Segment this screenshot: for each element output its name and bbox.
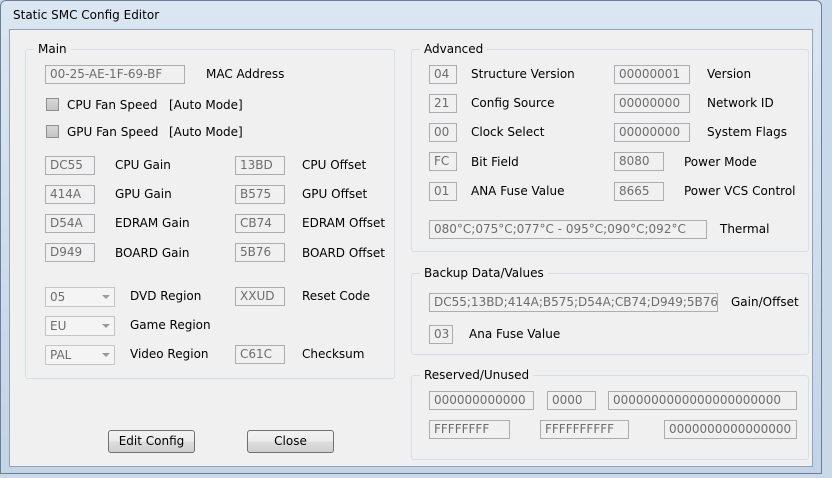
chevron-down-icon — [102, 295, 110, 299]
ana-fuse-value-label: ANA Fuse Value — [471, 184, 565, 198]
reserved-field-4[interactable]: FFFFFFFF — [429, 420, 510, 439]
backup-ana-fuse-label: Ana Fuse Value — [469, 327, 561, 341]
cpu-fan-checkbox[interactable] — [46, 98, 59, 111]
checksum-field[interactable]: C61C — [235, 345, 285, 364]
board-offset-label: BOARD Offset — [302, 246, 385, 260]
edram-gain-field[interactable]: D54A — [45, 214, 95, 233]
board-offset-field[interactable]: 5B76 — [235, 243, 285, 262]
main-group-title: Main — [34, 42, 71, 56]
power-vcs-field[interactable]: 8665 — [614, 182, 664, 201]
chevron-down-icon — [102, 324, 110, 328]
chevron-down-icon — [102, 353, 110, 357]
dvd-region-value: 05 — [50, 290, 66, 304]
gpu-offset-label: GPU Offset — [302, 187, 368, 201]
edit-config-button[interactable]: Edit Config — [108, 430, 195, 453]
network-id-label: Network ID — [707, 96, 774, 110]
bit-field-label: Bit Field — [471, 155, 519, 169]
reserved-field-2[interactable]: 0000 — [547, 391, 596, 410]
main-group: Main 00-25-AE-1F-69-BF MAC Address CPU F… — [25, 42, 395, 379]
gpu-fan-mode: [Auto Mode] — [169, 125, 243, 139]
game-region-label: Game Region — [130, 318, 211, 332]
backup-group-title: Backup Data/Values — [420, 266, 548, 280]
bit-field-field[interactable]: FC — [429, 152, 457, 171]
cpu-gain-field[interactable]: DC55 — [45, 156, 95, 175]
advanced-group: Advanced 04 Structure Version 21 Config … — [411, 42, 809, 252]
cpu-offset-label: CPU Offset — [302, 158, 367, 172]
board-gain-field[interactable]: D949 — [45, 243, 95, 262]
video-region-value: PAL — [50, 348, 72, 362]
structure-version-label: Structure Version — [471, 67, 575, 81]
power-mode-label: Power Mode — [684, 155, 757, 169]
gpu-fan-label: GPU Fan Speed — [67, 125, 159, 139]
cpu-fan-label: CPU Fan Speed — [67, 98, 158, 112]
gpu-gain-label: GPU Gain — [115, 187, 172, 201]
dvd-region-select[interactable]: 05 — [45, 287, 115, 307]
cpu-fan-mode: [Auto Mode] — [169, 98, 243, 112]
mac-address-label: MAC Address — [206, 67, 285, 81]
cpu-gain-label: CPU Gain — [115, 158, 171, 172]
clock-select-field[interactable]: 00 — [429, 123, 457, 142]
gain-offset-label: Gain/Offset — [731, 295, 799, 309]
close-button[interactable]: Close — [247, 430, 334, 453]
reserved-group: Reserved/Unused 000000000000 0000 000000… — [411, 368, 809, 460]
gpu-gain-field[interactable]: 414A — [45, 185, 95, 204]
reserved-field-5[interactable]: FFFFFFFFFF — [540, 420, 629, 439]
window-client-area: Main 00-25-AE-1F-69-BF MAC Address CPU F… — [9, 29, 813, 467]
config-source-label: Config Source — [471, 96, 555, 110]
network-id-field[interactable]: 00000000 — [614, 94, 690, 113]
reset-code-label: Reset Code — [302, 289, 371, 303]
ana-fuse-value-field[interactable]: 01 — [429, 182, 457, 201]
thermal-label: Thermal — [720, 222, 770, 236]
gpu-fan-checkbox[interactable] — [46, 125, 59, 138]
cpu-offset-field[interactable]: 13BD — [235, 156, 285, 175]
reserved-field-3[interactable]: 0000000000000000000000 — [608, 391, 797, 410]
gpu-offset-field[interactable]: B575 — [235, 185, 285, 204]
power-vcs-label: Power VCS Control — [684, 184, 796, 198]
reset-code-field[interactable]: XXUD — [235, 287, 285, 306]
system-flags-field[interactable]: 00000000 — [614, 123, 690, 142]
reserved-group-title: Reserved/Unused — [420, 368, 534, 382]
edram-offset-field[interactable]: CB74 — [235, 214, 285, 233]
system-flags-label: System Flags — [707, 125, 788, 139]
reserved-field-6[interactable]: 0000000000000000 — [664, 420, 797, 439]
edram-offset-label: EDRAM Offset — [302, 216, 386, 230]
clock-select-label: Clock Select — [471, 125, 545, 139]
power-mode-field[interactable]: 8080 — [614, 152, 664, 171]
dvd-region-label: DVD Region — [130, 289, 202, 303]
video-region-select[interactable]: PAL — [45, 345, 115, 365]
checksum-label: Checksum — [302, 347, 365, 361]
structure-version-field[interactable]: 04 — [429, 65, 457, 84]
title-bar[interactable]: Static SMC Config Editor — [1, 1, 821, 29]
config-editor-window: Static SMC Config Editor Main 00-25-AE-1… — [0, 0, 822, 474]
advanced-group-title: Advanced — [420, 42, 488, 56]
mac-address-field[interactable]: 00-25-AE-1F-69-BF — [45, 65, 185, 84]
backup-group: Backup Data/Values DC55;13BD;414A;B575;D… — [411, 266, 809, 355]
board-gain-label: BOARD Gain — [115, 246, 190, 260]
backup-ana-fuse-field[interactable]: 03 — [429, 325, 453, 344]
game-region-select[interactable]: EU — [45, 316, 115, 336]
edram-gain-label: EDRAM Gain — [115, 216, 190, 230]
video-region-label: Video Region — [130, 347, 209, 361]
window-title: Static SMC Config Editor — [13, 8, 160, 22]
gain-offset-field[interactable]: DC55;13BD;414A;B575;D54A;CB74;D949;5B76 — [429, 293, 718, 312]
thermal-field[interactable]: 080°C;075°C;077°C - 095°C;090°C;092°C — [429, 220, 707, 239]
game-region-value: EU — [50, 319, 67, 333]
version-label: Version — [707, 67, 752, 81]
config-source-field[interactable]: 21 — [429, 94, 457, 113]
reserved-field-1[interactable]: 000000000000 — [429, 391, 534, 410]
version-field[interactable]: 00000001 — [614, 65, 690, 84]
